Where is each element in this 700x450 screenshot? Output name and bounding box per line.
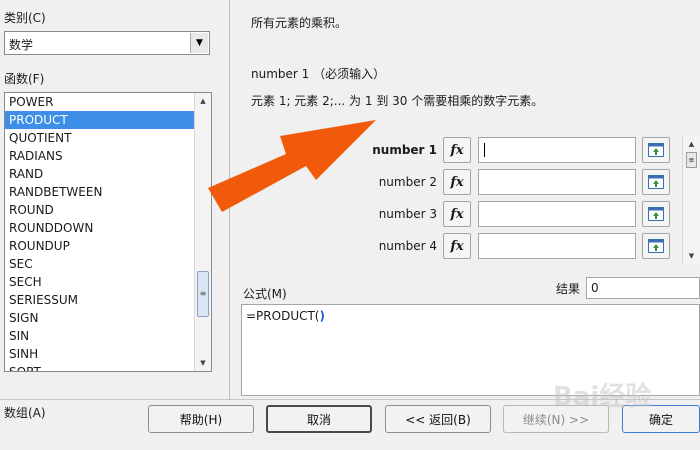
functions-list-items: POWER PRODUCT QUOTIENT RADIANS RAND RANDBETWE… <box>5 93 195 371</box>
function-list-item[interactable]: POWER <box>5 93 195 111</box>
arg-input-1[interactable] <box>478 137 636 163</box>
function-list-item[interactable]: SEC <box>5 255 195 273</box>
scroll-down-icon[interactable]: ▼ <box>683 249 700 263</box>
fx-icon[interactable]: fx <box>443 201 471 227</box>
result-field: 0 <box>586 277 700 299</box>
category-select[interactable]: 数学 ▼ <box>4 31 210 55</box>
help-button[interactable]: 帮助(H) <box>148 405 254 433</box>
function-list-item[interactable]: RADIANS <box>5 147 195 165</box>
scroll-down-icon[interactable]: ▼ <box>195 356 211 370</box>
fx-icon[interactable]: fx <box>443 169 471 195</box>
shrink-icon[interactable] <box>642 169 670 195</box>
result-label: 结果 <box>556 282 581 296</box>
scroll-thumb[interactable]: ≡ <box>197 271 209 317</box>
function-list-item[interactable]: SINH <box>5 345 195 363</box>
shrink-icon[interactable] <box>642 137 670 163</box>
function-list-item[interactable]: ROUNDDOWN <box>5 219 195 237</box>
shrink-svg <box>648 207 664 221</box>
arg-input-3[interactable] <box>478 201 636 227</box>
shrink-icon[interactable] <box>642 233 670 259</box>
function-list-item[interactable]: ROUND <box>5 201 195 219</box>
back-button[interactable]: << 返回(B) <box>385 405 491 433</box>
function-list-item[interactable]: SIN <box>5 327 195 345</box>
cancel-button[interactable]: 取消 <box>266 405 372 433</box>
function-list-item[interactable]: SQRT <box>5 363 195 371</box>
function-list-item[interactable]: SECH <box>5 273 195 291</box>
function-list-item[interactable]: SERIESSUM <box>5 291 195 309</box>
text-cursor <box>484 143 485 157</box>
arg-input-4[interactable] <box>478 233 636 259</box>
functions-label: 函数(F) <box>4 72 45 86</box>
category-label: 类别(C) <box>4 11 46 25</box>
function-description: 所有元素的乘积。 <box>251 16 348 30</box>
function-list-item[interactable]: PRODUCT <box>5 111 195 129</box>
formula-text: =PRODUCT() <box>246 309 325 323</box>
formula-label: 公式(M) <box>243 287 287 301</box>
shrink-svg <box>648 239 664 253</box>
scroll-up-icon[interactable]: ▲ <box>683 137 700 151</box>
function-list-item[interactable]: SIGN <box>5 309 195 327</box>
function-list-item[interactable]: RAND <box>5 165 195 183</box>
function-list-item[interactable]: RANDBETWEEN <box>5 183 195 201</box>
shrink-icon[interactable] <box>642 201 670 227</box>
shrink-svg <box>648 175 664 189</box>
shrink-svg <box>648 143 664 157</box>
arg-input-2[interactable] <box>478 169 636 195</box>
arg-label-4: number 4 <box>378 239 437 253</box>
fx-icon[interactable]: fx <box>443 233 471 259</box>
function-list-item[interactable]: QUOTIENT <box>5 129 195 147</box>
fx-icon[interactable]: fx <box>443 137 471 163</box>
argument-description: 元素 1; 元素 2;... 为 1 到 30 个需要相乘的数字元素。 <box>251 94 544 108</box>
functions-list[interactable]: POWER PRODUCT QUOTIENT RADIANS RAND RANDBETWE… <box>4 92 212 372</box>
argument-title: number 1 （必须输入） <box>251 67 386 81</box>
scroll-thumb[interactable]: ≡ <box>686 152 697 168</box>
array-label: 数组(A) <box>4 406 46 420</box>
category-value: 数学 <box>9 38 34 52</box>
scroll-up-icon[interactable]: ▲ <box>195 94 211 108</box>
function-list-item[interactable]: ROUNDUP <box>5 237 195 255</box>
watermark-logo: Bai经验 <box>553 382 652 412</box>
chevron-down-icon[interactable]: ▼ <box>190 33 208 53</box>
annotation-arrow-icon <box>208 120 376 212</box>
formula-cursor-paren: ) <box>319 309 325 323</box>
arguments-scrollbar[interactable]: ▲ ≡ ▼ <box>682 136 700 264</box>
